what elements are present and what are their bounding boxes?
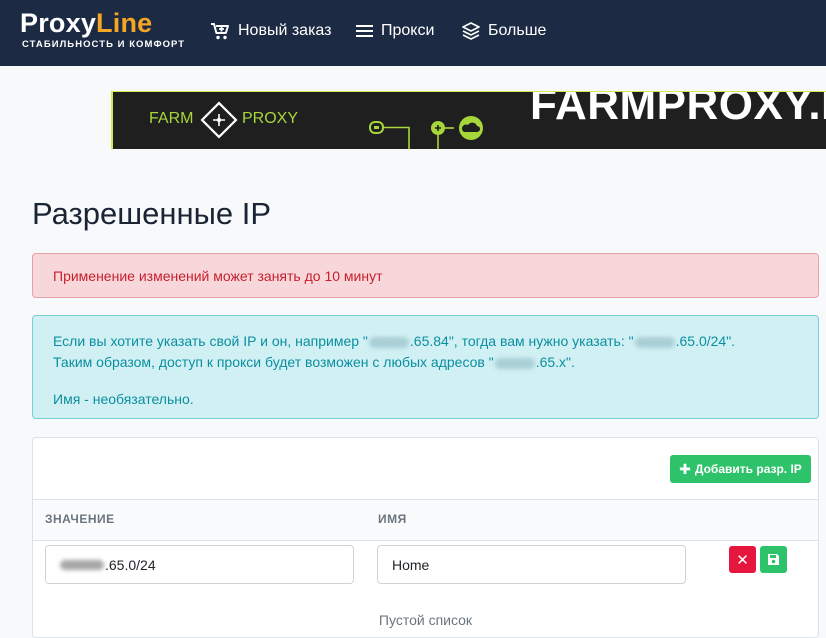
- ip-value-input[interactable]: .65.0/24: [45, 545, 354, 584]
- circuit-graphic-icon: [369, 116, 483, 149]
- list-icon: [356, 25, 373, 37]
- info-line-1: Если вы хотите указать свой IP и он, нап…: [53, 333, 736, 349]
- page-title: Разрешенные IP: [32, 196, 272, 231]
- info-line-2: Таким образом, доступ к прокси будет воз…: [53, 354, 575, 370]
- proxyline-logo[interactable]: ProxyLine СТАБИЛЬНОСТЬ И КОМФОРТ: [20, 7, 184, 57]
- redacted-ip: [60, 559, 104, 570]
- info-alert: Если вы хотите указать свой IP и он, нап…: [32, 315, 819, 419]
- close-icon: ✕: [736, 551, 749, 569]
- logo-tagline: СТАБИЛЬНОСТЬ И КОМФОРТ: [22, 39, 186, 50]
- top-navbar: ProxyLine СТАБИЛЬНОСТЬ И КОМФОРТ Новый з…: [0, 0, 826, 66]
- info-line-3: Имя - необязательно.: [53, 391, 194, 407]
- warning-alert: Применение изменений может занять до 10 …: [32, 253, 819, 298]
- nav-new-order[interactable]: Новый заказ: [210, 19, 331, 43]
- redacted-ip: [634, 336, 675, 348]
- add-allowed-ip-label: Добавить разр. IP: [694, 462, 802, 476]
- table-header: ЗНАЧЕНИЕ ИМЯ: [33, 499, 818, 541]
- banner-big-text: FARMPROXY.R: [530, 91, 826, 129]
- banner-farm-text: FARM: [149, 110, 194, 127]
- empty-list-text: Пустой список: [378, 612, 473, 628]
- plus-icon: ✚: [679, 460, 691, 477]
- column-header-value: ЗНАЧЕНИЕ: [45, 512, 115, 526]
- banner-proxy-text: PROXY: [242, 110, 299, 127]
- diamond-logo-icon: [200, 101, 238, 139]
- nav-more[interactable]: Больше: [462, 19, 546, 43]
- nav-new-order-label: Новый заказ: [238, 22, 332, 39]
- farmproxy-ad-banner[interactable]: FARM PROXY FARMPROXY.R: [111, 91, 826, 149]
- redacted-ip: [368, 336, 409, 348]
- ip-name-input[interactable]: Home: [377, 545, 686, 584]
- nav-proxies-label: Прокси: [381, 22, 435, 39]
- column-header-name: ИМЯ: [378, 512, 407, 526]
- logo-text: ProxyLine: [20, 8, 153, 38]
- layers-icon: [462, 22, 480, 40]
- delete-ip-button[interactable]: ✕: [729, 546, 756, 573]
- allowed-ip-card: ✚ Добавить разр. IP ЗНАЧЕНИЕ ИМЯ .65.0/2…: [32, 437, 819, 638]
- nav-more-label: Больше: [488, 22, 547, 39]
- save-icon: [768, 554, 779, 565]
- save-ip-button[interactable]: [760, 546, 787, 573]
- cart-plus-icon: [211, 23, 229, 40]
- redacted-ip: [494, 357, 535, 369]
- nav-proxies[interactable]: Прокси: [356, 19, 434, 43]
- add-allowed-ip-button[interactable]: ✚ Добавить разр. IP: [670, 455, 811, 483]
